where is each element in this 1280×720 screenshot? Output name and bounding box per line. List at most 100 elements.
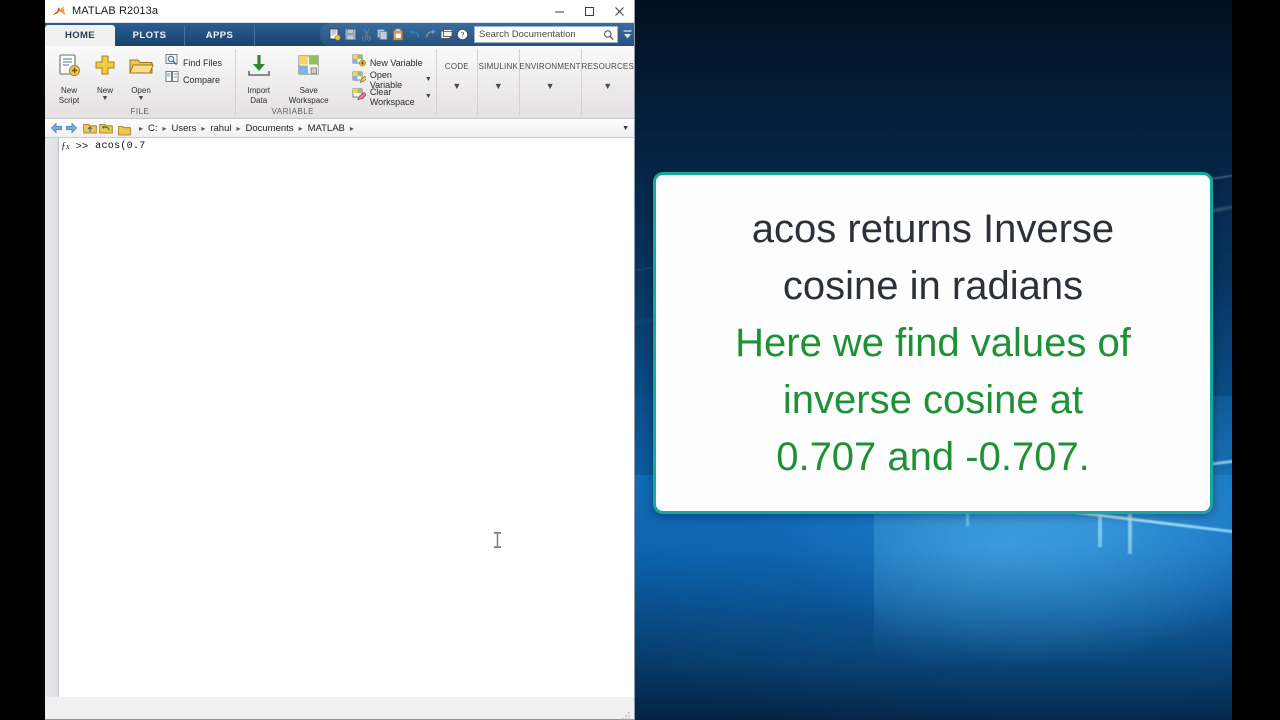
forward-arrow-icon[interactable] <box>64 121 79 136</box>
open-button[interactable]: Open ▼ <box>125 49 157 102</box>
back-arrow-icon[interactable] <box>49 121 64 136</box>
undo-icon[interactable] <box>406 26 422 43</box>
ribbon-group-code-label: CODE <box>444 61 469 71</box>
new-script-label-1: New <box>60 86 77 95</box>
find-files-label: Find Files <box>183 57 223 68</box>
maximize-button[interactable] <box>574 0 604 23</box>
collapsed-side-panel[interactable] <box>45 138 59 697</box>
switch-window-icon[interactable] <box>438 26 454 43</box>
new-variable-button[interactable]: New Variable <box>352 54 436 71</box>
chevron-down-icon[interactable]: ▼ <box>425 76 432 83</box>
command-input[interactable]: acos(0.7 <box>95 141 145 152</box>
ribbon-group-simulink[interactable]: SIMULINK ▼ <box>478 46 519 106</box>
search-documentation-box[interactable]: Search Documentation <box>474 26 618 43</box>
tab-plots-label: PLOTS <box>132 30 167 41</box>
ribbon-group-variable-spacer <box>350 105 436 118</box>
folder-icon <box>118 123 131 135</box>
ribbon-group-variable: Import Data Save Workspace VARIABLE <box>236 46 350 118</box>
import-data-button[interactable]: Import Data <box>241 49 277 105</box>
breadcrumb-documents[interactable]: Documents <box>245 123 295 134</box>
close-button[interactable] <box>604 0 634 23</box>
matlab-window: MATLAB R2013a HOME PLOTS APPS ? Search D… <box>45 0 635 720</box>
help-icon[interactable]: ? <box>454 26 470 43</box>
breadcrumb-users[interactable]: Users <box>171 123 198 134</box>
callout-line-5: 0.707 and -0.707. <box>776 434 1090 479</box>
breadcrumb-rahul[interactable]: rahul <box>209 123 232 134</box>
open-variable-button[interactable]: Open Variable ▼ <box>352 70 436 90</box>
new-script-icon <box>56 53 82 84</box>
collapse-ribbon-icon[interactable] <box>620 28 634 41</box>
breadcrumb-separator: ▸ <box>236 123 241 133</box>
ribbon-group-code[interactable]: CODE ▼ <box>437 46 478 106</box>
ribbon-group-resources[interactable]: RESOURCES ▼ <box>582 46 634 106</box>
minimize-button[interactable] <box>544 0 574 23</box>
text-ibeam-cursor <box>493 532 502 548</box>
quick-access-toolbar: ? Search Documentation <box>320 23 634 46</box>
command-prompt-line[interactable]: ƒx >> acos(0.7 <box>59 138 634 153</box>
command-window-area: ƒx >> acos(0.7 <box>45 138 634 697</box>
resize-grip-icon[interactable] <box>622 708 631 720</box>
cut-icon[interactable] <box>358 26 374 43</box>
import-data-icon <box>246 53 272 84</box>
new-icon <box>92 53 118 84</box>
open-folder-icon <box>128 53 154 84</box>
save-workspace-label-2: Workspace <box>288 95 329 105</box>
ribbon-group-file: New Script New ▼ Open ▼ Find Files Compa… <box>45 46 235 118</box>
title-bar: MATLAB R2013a <box>45 0 634 23</box>
import-data-label-1: Import <box>247 86 271 95</box>
breadcrumb-separator: ▸ <box>139 123 144 133</box>
paste-icon[interactable] <box>390 26 406 43</box>
search-input[interactable]: Search Documentation <box>475 29 576 40</box>
breadcrumb-separator: ▸ <box>201 123 206 133</box>
ribbon-group-variable-commands: New Variable Open Variable ▼ Clear Works… <box>350 46 436 118</box>
new-script-button[interactable]: New Script <box>53 49 85 105</box>
breadcrumb-separator: ▸ <box>162 123 167 133</box>
chevron-down-icon[interactable]: ▼ <box>452 81 461 91</box>
browse-folder-icon[interactable] <box>98 121 113 136</box>
up-folder-icon[interactable] <box>82 121 97 136</box>
breadcrumb-c[interactable]: C: <box>147 123 159 134</box>
ribbon-group-simulink-label: SIMULINK <box>478 61 518 71</box>
new-button[interactable]: New ▼ <box>89 49 121 102</box>
ribbon-group-resources-label: RESOURCES <box>581 61 634 71</box>
callout-line-1: acos returns Inverse <box>751 206 1115 251</box>
right-letterbox <box>1232 0 1280 720</box>
chevron-down-icon[interactable]: ▼ <box>622 125 629 132</box>
window-controls <box>544 0 634 23</box>
find-files-button[interactable]: Find Files <box>165 54 226 71</box>
chevron-down-icon[interactable]: ▼ <box>425 93 432 100</box>
save-workspace-button[interactable]: Save Workspace <box>283 49 335 105</box>
ribbon-group-environment-label: ENVIRONMENT <box>519 61 581 71</box>
command-window[interactable]: ƒx >> acos(0.7 <box>59 138 634 697</box>
tab-plots[interactable]: PLOTS <box>115 25 185 46</box>
copy-icon[interactable] <box>374 26 390 43</box>
tab-home-label: HOME <box>64 30 96 41</box>
import-data-label-2: Data <box>250 95 268 105</box>
tab-apps[interactable]: APPS <box>185 25 255 46</box>
ribbon: New Script New ▼ Open ▼ Find Files Compa… <box>45 46 634 119</box>
tab-home[interactable]: HOME <box>45 25 115 46</box>
compare-label: Compare <box>183 74 221 85</box>
save-icon[interactable] <box>342 26 358 43</box>
magnifier-icon[interactable] <box>603 29 614 47</box>
window-title: MATLAB R2013a <box>72 5 159 17</box>
chevron-down-icon[interactable]: ▼ <box>138 95 145 102</box>
chevron-down-icon[interactable]: ▼ <box>546 81 555 91</box>
ribbon-group-variable-label: VARIABLE <box>271 107 315 116</box>
compare-icon <box>165 70 179 89</box>
prompt-symbol: >> <box>75 140 89 153</box>
clear-workspace-button[interactable]: Clear Workspace ▼ <box>352 87 436 107</box>
breadcrumb-separator: ▸ <box>298 123 303 133</box>
compare-button[interactable]: Compare <box>165 71 226 88</box>
fx-icon[interactable]: ƒx <box>61 141 70 152</box>
ribbon-group-environment[interactable]: ENVIRONMENT ▼ <box>519 46 580 106</box>
new-script-icon[interactable] <box>326 26 342 43</box>
current-folder-path-bar: ▸ C: ▸ Users ▸ rahul ▸ Documents ▸ MATLA… <box>45 119 634 138</box>
chevron-down-icon[interactable]: ▼ <box>102 95 109 102</box>
chevron-down-icon[interactable]: ▼ <box>494 81 503 91</box>
explanation-callout: acos returns Inverse cosine in radians H… <box>653 172 1213 514</box>
new-script-label-2: Script <box>58 95 80 105</box>
chevron-down-icon[interactable]: ▼ <box>603 81 612 91</box>
breadcrumb-matlab[interactable]: MATLAB <box>307 123 346 134</box>
redo-icon[interactable] <box>422 26 438 43</box>
